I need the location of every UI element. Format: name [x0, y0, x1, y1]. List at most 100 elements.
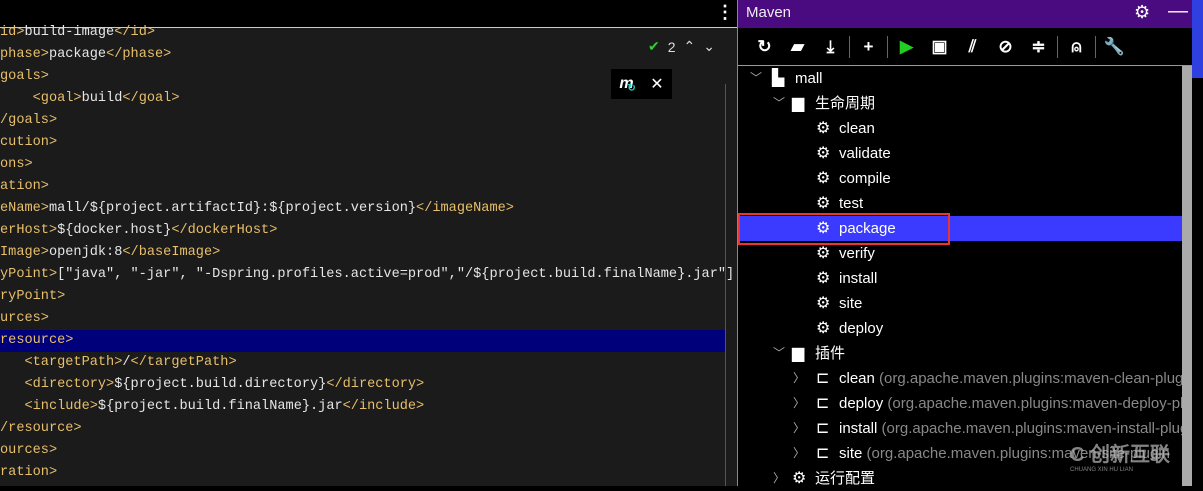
xml-tag: </targetPath>	[130, 355, 237, 370]
code-line: ation>	[0, 176, 734, 198]
tree-item-label: compile	[839, 170, 891, 187]
xml-text: ["java", "-jar", "-Dspring.profiles.acti…	[57, 267, 735, 282]
xml-text: ${project.build.directory}	[114, 377, 327, 392]
chevron-right-icon[interactable]: 〉	[793, 441, 805, 466]
xml-tag: <directory>	[0, 377, 115, 392]
add-icon[interactable]: +	[852, 37, 885, 57]
analyze-icon[interactable]: ⍝	[1060, 37, 1093, 57]
maven-toolbar: ↻ ▰ ⤓ + ▶ ▣ ⫽ ⊘ ≑ ⍝ 🔧	[738, 28, 1192, 66]
xml-tag: </phase>	[106, 47, 172, 62]
maven-reload-icon[interactable]: m ↻	[619, 75, 635, 94]
chevron-down-icon[interactable]: ﹀	[773, 341, 785, 366]
code-line: phase>package</phase>	[0, 44, 734, 66]
code-line: ons>	[0, 154, 734, 176]
code-line: <directory>${project.build.directory}</d…	[0, 374, 734, 396]
inspection-count: 2	[667, 38, 676, 55]
highlight-box	[738, 213, 950, 245]
maven-panel-header: Maven ⚙ —	[738, 0, 1192, 28]
tree-item-deploy[interactable]: ⚙ deploy	[738, 316, 1182, 341]
terminal-icon[interactable]: ▣	[923, 37, 956, 57]
xml-tag: ration>	[0, 465, 58, 480]
xml-tag: urces>	[0, 311, 49, 326]
chevron-right-icon[interactable]: 〉	[793, 416, 805, 441]
tree-item-clean[interactable]: ⚙ clean	[738, 116, 1182, 141]
xml-tag: </dockerHost>	[171, 223, 278, 238]
scrollbar-track	[725, 84, 726, 486]
tree-item-生命周期[interactable]: ﹀ ▆ 生命周期	[738, 91, 1182, 116]
toolbar-separator	[849, 35, 850, 58]
tree-item-install[interactable]: ⚙ install	[738, 266, 1182, 291]
gear-icon: ⚙	[816, 120, 831, 137]
xml-tag: id>	[0, 25, 25, 40]
chevron-down-icon[interactable]: ﹀	[750, 66, 762, 91]
tree-item-compile[interactable]: ⚙ compile	[738, 166, 1182, 191]
xml-tag: <include>	[0, 399, 98, 414]
gear-icon: ⚙	[816, 320, 831, 337]
check-icon: ✔	[648, 38, 660, 54]
tree-item-label: 生命周期	[815, 95, 876, 112]
code-line: <include>${project.build.finalName}.jar<…	[0, 396, 734, 418]
prev-highlight-button[interactable]: ⌃	[684, 38, 696, 55]
code-line: ources>	[0, 440, 734, 462]
xml-tag: /goals>	[0, 113, 58, 128]
plugin-icon: ⊏	[816, 445, 830, 462]
gear-icon: ⚙	[816, 145, 831, 162]
tree-item-插件[interactable]: ﹀ ▆ 插件	[738, 341, 1182, 366]
chevron-down-icon[interactable]: ﹀	[773, 91, 785, 116]
xml-tag: </baseImage>	[122, 245, 221, 260]
tree-item-label: install	[839, 270, 878, 287]
inspection-widget[interactable]: ✔ 2 ⌃ ⌄	[648, 38, 715, 55]
chevron-right-icon[interactable]: 〉	[793, 391, 805, 416]
code-line: <targetPath>/</targetPath>	[0, 352, 734, 374]
code-line: /goals>	[0, 110, 734, 132]
more-options-icon[interactable]: ⋮	[716, 2, 734, 23]
plugin-icon: ⊏	[816, 370, 830, 387]
close-icon[interactable]: ✕	[650, 74, 663, 94]
folder-gear-icon: ▆	[792, 345, 805, 362]
wrench-icon[interactable]: 🔧	[1098, 37, 1131, 57]
xml-text: package	[48, 47, 107, 62]
xml-text: build	[81, 91, 123, 106]
skip-tests-icon[interactable]: ⊘	[989, 37, 1022, 57]
xml-tag: <targetPath>	[0, 355, 123, 370]
download-icon[interactable]: ⤓	[814, 37, 847, 57]
tree-item-label: deploy	[839, 395, 884, 412]
tree-item-validate[interactable]: ⚙ validate	[738, 141, 1182, 166]
minimize-icon[interactable]: —	[1168, 0, 1188, 23]
code-editor[interactable]: ⋮ id>build-image</id> phase>package</phas…	[0, 0, 737, 486]
maven-tool-tab[interactable]	[1192, 0, 1203, 78]
chevron-right-icon[interactable]: 〉	[793, 366, 805, 391]
tree-item-label: clean	[839, 370, 875, 387]
gear-icon[interactable]: ⚙	[1134, 2, 1150, 23]
scrollbar[interactable]	[1182, 66, 1192, 486]
next-highlight-button[interactable]: ⌄	[703, 38, 715, 55]
folder-sync-icon[interactable]: ▰	[781, 37, 814, 57]
tree-item-label: test	[839, 195, 864, 212]
maven-panel: Maven ⚙ — ↻ ▰ ⤓ + ▶ ▣ ⫽ ⊘ ≑ ⍝ 🔧 ﹀ ▙ mall ﹀ ▆ 生命周期 ⚙ clean…	[737, 0, 1192, 487]
xml-tag: </goal>	[122, 91, 180, 106]
tree-item-site[interactable]: ⚙ site	[738, 291, 1182, 316]
tree-item-label: mall	[795, 70, 823, 87]
toggle-offline-icon[interactable]: ⫽	[956, 37, 989, 57]
gear-icon: ⚙	[792, 470, 807, 487]
xml-tag: erHost>	[0, 223, 58, 238]
code-line: Image>openjdk:8</baseImage>	[0, 242, 734, 264]
tree-item-detail: (org.apache.maven.plugins:maven-clean-pl…	[879, 370, 1182, 387]
run-icon[interactable]: ▶	[890, 37, 923, 57]
reload-icon[interactable]: ↻	[748, 37, 781, 57]
xml-tag: </imageName>	[416, 201, 514, 216]
xml-tag: </include>	[342, 399, 425, 414]
code-line: cution>	[0, 132, 734, 154]
collapse-icon[interactable]: ≑	[1022, 37, 1055, 57]
xml-tag: ons>	[0, 157, 33, 172]
tree-item-deploy[interactable]: 〉 ⊏ deploy (org.apache.maven.plugins:maven…	[738, 391, 1182, 416]
right-tool-strip	[1192, 0, 1203, 486]
tree-item-mall[interactable]: ﹀ ▙ mall	[738, 66, 1182, 91]
tree-item-clean[interactable]: 〉 ⊏ clean (org.apache.maven.plugins:maven-…	[738, 366, 1182, 391]
gear-icon: ⚙	[816, 270, 831, 287]
xml-tag: Image>	[0, 245, 49, 260]
toolbar-separator	[1057, 35, 1058, 58]
xml-tag: ryPoint>	[0, 289, 66, 304]
xml-tag: goals>	[0, 69, 49, 84]
chevron-right-icon[interactable]: 〉	[773, 466, 785, 491]
